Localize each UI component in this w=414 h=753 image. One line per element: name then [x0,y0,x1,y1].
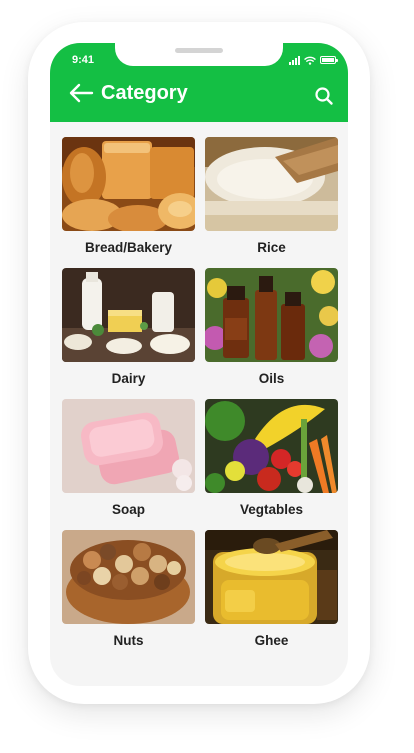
category-label: Soap [111,502,145,517]
category-label: Bread/Bakery [84,240,173,255]
vegetables-image [205,399,338,493]
oils-image [205,268,338,362]
category-label: Nuts [113,633,144,648]
category-label: Oils [258,371,285,386]
back-arrow-icon[interactable] [68,82,94,104]
category-card-rice[interactable]: Rice [205,137,338,268]
rice-image [205,137,338,231]
category-label: Ghee [254,633,289,648]
device-notch [115,43,283,66]
soap-image [62,399,195,493]
speaker-grille [175,48,223,53]
category-label: Vegtables [239,502,304,517]
category-card-nuts[interactable]: Nuts [62,530,195,661]
dairy-image [62,268,195,362]
wifi-icon [304,56,316,65]
category-label: Rice [257,240,286,255]
category-card-oils[interactable]: Oils [205,268,338,399]
status-time: 9:41 [72,54,95,66]
battery-icon [320,56,338,64]
category-card-ghee[interactable]: Ghee [205,530,338,661]
category-card-dairy[interactable]: Dairy [62,268,195,399]
category-label: Dairy [111,371,146,386]
page-title: Category [101,82,188,104]
ghee-image [205,530,338,624]
category-card-soap[interactable]: Soap [62,399,195,530]
app-bar: 9:41 Category [50,43,348,122]
signal-icon [289,55,300,65]
status-icons [289,54,338,66]
bread-image [62,137,195,231]
category-grid: Bread/Bakery Rice Dairy Oils Soap Vegtab… [62,137,338,661]
nuts-image [62,530,195,624]
category-card-bread-bakery[interactable]: Bread/Bakery [62,137,195,268]
search-icon[interactable] [314,86,334,106]
category-card-vegtables[interactable]: Vegtables [205,399,338,530]
app-screen: 9:41 Category Bread/Bakery Rice Dairy Oi… [50,43,348,686]
